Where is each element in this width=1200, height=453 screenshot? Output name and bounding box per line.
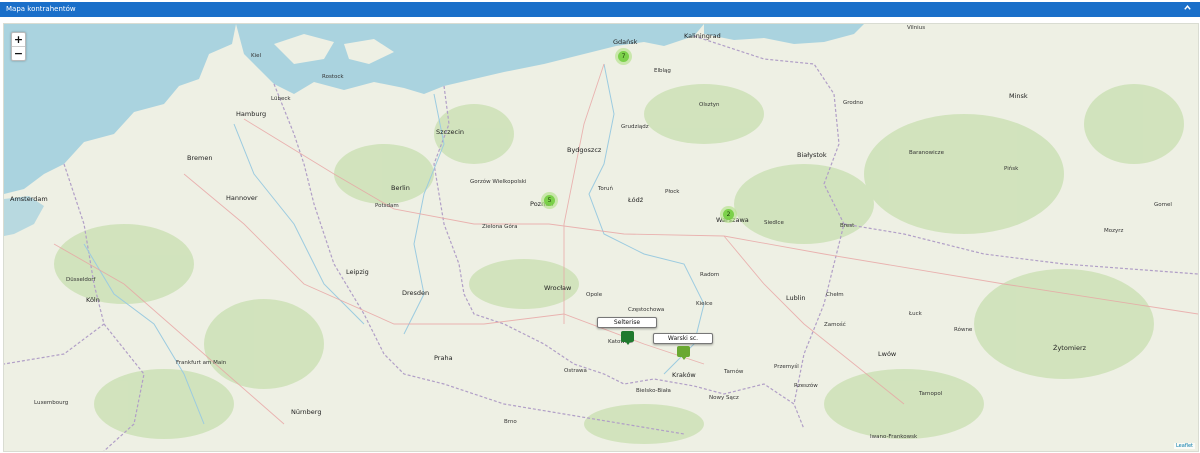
- cluster-count: 2: [723, 209, 734, 220]
- place-label: Düsseldorf: [66, 277, 96, 283]
- place-label: Pińsk: [1004, 166, 1019, 172]
- marker-tooltip: Warski sc.: [653, 333, 713, 344]
- chevron-up-icon[interactable]: [1181, 3, 1194, 16]
- marker-cluster[interactable]: 5: [541, 192, 558, 209]
- marker-cluster[interactable]: 2: [720, 206, 737, 223]
- place-label: Gorzów Wielkopolski: [470, 179, 527, 185]
- marker-tooltip: Selterise: [597, 317, 657, 328]
- place-label: Rzeszów: [794, 383, 818, 389]
- place-label: Łódź: [628, 196, 644, 204]
- place-label: Tarnów: [724, 369, 744, 375]
- place-label: Rostock: [322, 74, 344, 80]
- panel-title: Mapa kontrahentów: [6, 5, 76, 13]
- map-marker-icon[interactable]: [677, 346, 690, 361]
- place-label: Baranowicze: [909, 150, 944, 156]
- place-label: Elbląg: [654, 68, 671, 74]
- place-label: Mozyrz: [1104, 228, 1124, 234]
- place-label: Olsztyn: [699, 102, 720, 108]
- place-label: Brest: [840, 223, 855, 229]
- place-label: Ostrawa: [564, 368, 587, 374]
- place-label: Kiel: [251, 53, 262, 59]
- place-label: Bremen: [187, 154, 213, 162]
- place-label: Wrocław: [544, 284, 572, 292]
- place-label: Kraków: [672, 371, 696, 379]
- map-canvas[interactable]: Kaliningrad Vilnius Minsk Gdańsk Elbląg …: [3, 23, 1199, 452]
- zoom-in-button[interactable]: +: [12, 33, 25, 46]
- map-marker-icon[interactable]: [621, 331, 634, 346]
- place-label: Łuck: [909, 311, 922, 317]
- place-label: Grodno: [843, 100, 864, 106]
- place-label: Amsterdam: [10, 195, 48, 203]
- place-label: Hamburg: [236, 110, 267, 118]
- place-label: Nowy Sącz: [709, 395, 739, 401]
- place-label: Hannover: [226, 194, 258, 202]
- place-label: Dresden: [402, 289, 430, 297]
- place-label: Bydgoszcz: [567, 146, 602, 154]
- place-label: Przemyśl: [774, 364, 799, 370]
- zoom-control: + −: [11, 32, 26, 61]
- place-label: Zielona Góra: [482, 224, 518, 230]
- place-label: Grudziądz: [621, 124, 649, 130]
- place-label: Toruń: [598, 186, 614, 192]
- place-label: Potsdam: [375, 203, 399, 209]
- place-label: Brno: [504, 419, 517, 425]
- place-label: Zamość: [824, 322, 846, 328]
- place-label: Szczecin: [436, 128, 465, 136]
- place-label: Lübeck: [271, 96, 291, 102]
- place-label: Lwów: [878, 350, 897, 358]
- place-label: Częstochowa: [628, 307, 665, 313]
- place-label: Lublin: [786, 294, 806, 302]
- place-label: Leipzig: [346, 268, 369, 276]
- place-label: Minsk: [1009, 92, 1028, 100]
- panel-header: Mapa kontrahentów: [0, 2, 1200, 17]
- place-label: Równe: [954, 327, 973, 333]
- place-label: Żytomierz: [1053, 344, 1087, 352]
- place-label: Nürnberg: [291, 408, 322, 416]
- place-label: Kielce: [696, 301, 713, 307]
- place-label: Praha: [434, 354, 453, 362]
- map-tiles: [4, 24, 1198, 451]
- place-label: Luxembourg: [34, 400, 69, 406]
- place-label: Gomel: [1154, 202, 1172, 208]
- place-label: Vilnius: [907, 25, 926, 31]
- place-label: Frankfurt am Main: [176, 360, 227, 366]
- place-label: Kaliningrad: [684, 32, 721, 40]
- marker-cluster[interactable]: 7: [615, 48, 632, 65]
- place-label: Chełm: [826, 292, 844, 298]
- map-attribution-link[interactable]: Leaflet: [1173, 443, 1195, 449]
- customers-map-panel: Mapa kontrahentów Kaliningrad Vilnius Mi…: [0, 0, 1200, 453]
- cluster-count: 5: [544, 195, 555, 206]
- place-label: Gdańsk: [613, 38, 638, 46]
- place-label: Bielsko-Biała: [636, 388, 671, 394]
- place-label: Opole: [586, 292, 603, 298]
- place-label: Berlin: [391, 184, 410, 192]
- place-label: Köln: [86, 296, 100, 304]
- place-label: Iwano-Frankowsk: [870, 434, 918, 440]
- place-label: Tarnopol: [919, 391, 943, 397]
- zoom-out-button[interactable]: −: [12, 46, 25, 60]
- place-label: Radom: [700, 272, 720, 278]
- place-label: Białystok: [797, 151, 827, 159]
- place-label: Siedlce: [764, 220, 784, 226]
- place-label: Płock: [665, 189, 680, 195]
- cluster-count: 7: [618, 51, 629, 62]
